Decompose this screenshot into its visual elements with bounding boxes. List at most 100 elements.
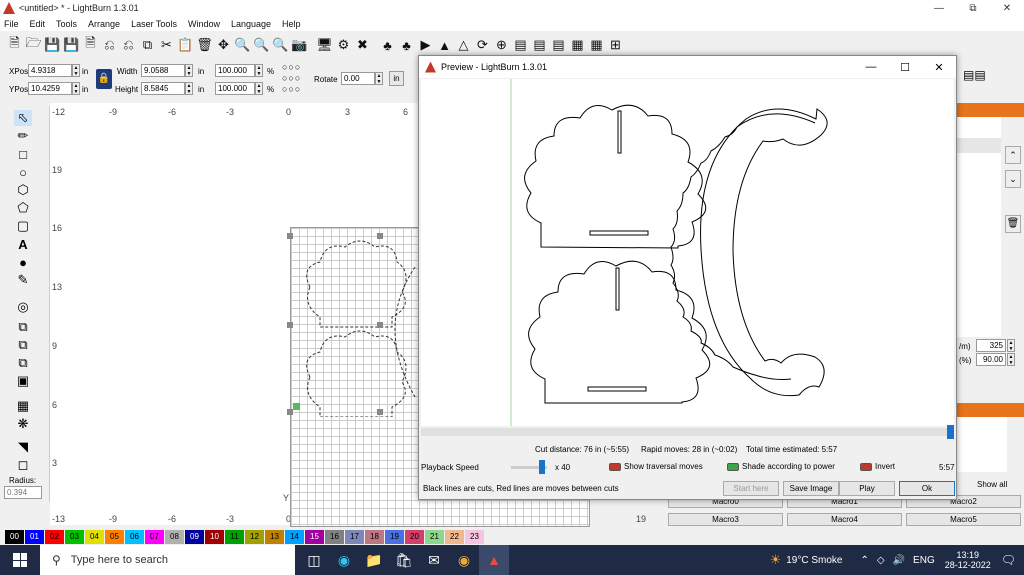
speed-field[interactable]: 325 [976,339,1006,352]
menu-arrange[interactable]: Arrange [88,19,120,29]
restore-icon[interactable]: ⧉ [956,0,990,16]
palette-swatch[interactable]: 17 [345,530,364,544]
preview-canvas[interactable] [421,79,954,426]
power-field[interactable]: 90.00 [976,353,1006,366]
rotate-field[interactable]: 0.00 [341,72,375,85]
maximize-icon[interactable]: ☐ [888,56,922,78]
palette-swatch[interactable]: 12 [245,530,264,544]
palette-swatch[interactable]: 01 [25,530,44,544]
mail-icon[interactable]: ✉ [419,545,449,575]
power-spinner[interactable]: ▲ ▼ [1007,353,1015,366]
weld-icon[interactable]: ⧉ [14,319,32,335]
palette-swatch[interactable]: 13 [265,530,284,544]
preview-progress-bar[interactable] [421,425,954,439]
corner-chamfer-icon[interactable]: ◻ [14,457,32,473]
palette-swatch[interactable]: 10 [205,530,224,544]
tools-icon[interactable]: ✖ [354,36,371,54]
cut-icon[interactable]: ✂ [158,36,175,54]
rotate-unit-button[interactable]: in [389,71,404,86]
boolean-subtract-icon[interactable]: ⧉ [14,355,32,371]
grid-array-icon[interactable]: ▦ [14,398,32,414]
zoom-fit-icon[interactable]: 🔍 [272,36,289,54]
menu-language[interactable]: Language [231,19,271,29]
align-bottom-icon[interactable]: ▤ [550,36,567,54]
selection-handle[interactable] [287,409,293,415]
offset-icon[interactable]: ◎ [14,299,32,315]
language-indicator[interactable]: ENG [913,555,935,566]
flip-horizontal-icon[interactable]: ▶ [417,36,434,54]
corner-round-icon[interactable]: ◥ [14,439,32,455]
lightburn-taskbar-icon[interactable]: ▲ [479,545,509,575]
selection-handle[interactable] [377,322,383,328]
measure-icon[interactable]: ✎ [14,272,32,288]
palette-swatch[interactable]: 14 [285,530,304,544]
menu-tools[interactable]: Tools [56,19,77,29]
chrome-icon[interactable]: ◉ [449,545,479,575]
weather-text[interactable]: 19°C Smoke [786,555,842,566]
palette-swatch[interactable]: 15 [305,530,324,544]
menu-window[interactable]: Window [188,19,220,29]
speed-spinner[interactable]: ▲ ▼ [1007,339,1015,352]
xpos-field[interactable]: 4.9318 [28,64,72,77]
monitor-icon[interactable]: 🖥 [316,36,333,54]
preview-progress-handle[interactable] [947,425,954,439]
move-icon[interactable]: ✥ [215,36,232,54]
selection-handle[interactable] [287,322,293,328]
macro-button[interactable]: Macro5 [906,513,1021,526]
task-view-icon[interactable]: ◫ [299,545,329,575]
tray-overflow-icon[interactable]: ⌃ [861,555,869,566]
weather-icon[interactable]: ☀ [770,552,782,568]
import-icon[interactable]: 🗎 [82,35,99,54]
invert-toggle[interactable]: Invert [860,462,895,471]
save-image-button[interactable]: Save Image [783,481,839,496]
settings-icon[interactable]: ⚙ [335,36,352,54]
line-tool-icon[interactable]: ▢ [14,218,32,234]
macro-button[interactable]: Macro4 [787,513,902,526]
save-icon[interactable]: 💾 [44,36,61,54]
group-icon[interactable]: ♣ [379,36,396,54]
minimize-icon[interactable]: — [922,0,956,16]
palette-swatch[interactable]: 05 [105,530,124,544]
taskbar-search[interactable]: ⚲ Type here to search [40,545,295,575]
volume-icon[interactable]: 🔊 [893,555,905,566]
align-center-icon[interactable]: ⊕ [493,36,510,54]
radius-field[interactable]: 0.394 [4,486,42,499]
select-tool-icon[interactable]: ⬁ [14,110,32,126]
palette-swatch[interactable]: 11 [225,530,244,544]
polygon-icon[interactable]: ⬡ [14,182,32,198]
close-icon[interactable]: ✕ [922,56,956,78]
text-tool-icon[interactable]: A [14,236,32,252]
align-middle-icon[interactable]: ▤ [531,36,548,54]
delete-layer-icon[interactable]: 🗑 [1005,215,1021,233]
mirror-icon[interactable]: △ [455,36,472,54]
open-folder-icon[interactable]: 🗁 [25,35,42,54]
clock[interactable]: 13:19 28-12-2022 [945,550,991,570]
copy-icon[interactable]: ⧉ [139,36,156,54]
save-as-icon[interactable]: 💾 [63,36,80,54]
distribute-h-icon[interactable]: ▦ [569,36,586,54]
palette-swatch[interactable]: 03 [65,530,84,544]
ok-button[interactable]: Ok [899,481,955,496]
notifications-icon[interactable]: 🗨 [1001,553,1016,567]
redo-icon[interactable]: ⎌ [120,36,137,54]
network-icon[interactable]: ◇ [877,555,885,566]
height-spinner[interactable]: ▲ ▼ [185,82,193,95]
file-explorer-icon[interactable]: 📁 [359,545,389,575]
rotate-icon[interactable]: ⟳ [474,36,491,54]
boolean-intersect-icon[interactable]: ▣ [14,373,32,389]
scale-height-spinner[interactable]: ▲ ▼ [255,82,263,95]
palette-swatch[interactable]: 23 [465,530,484,544]
macro-button[interactable]: Macro3 [668,513,783,526]
origin-marker[interactable] [293,403,300,410]
dock-icon[interactable]: ⊞ [607,36,624,54]
position-laser-icon[interactable]: ● [14,254,32,270]
circular-array-icon[interactable]: ❋ [14,416,32,432]
menu-file[interactable]: File [4,19,19,29]
playback-speed-handle[interactable] [539,460,545,474]
width-spinner[interactable]: ▲ ▼ [185,64,193,77]
height-field[interactable]: 8.5845 [141,82,185,95]
edge-icon[interactable]: ◉ [329,545,359,575]
palette-swatch[interactable]: 02 [45,530,64,544]
scale-width-spinner[interactable]: ▲ ▼ [255,64,263,77]
scale-width-field[interactable]: 100.000 [215,64,255,77]
